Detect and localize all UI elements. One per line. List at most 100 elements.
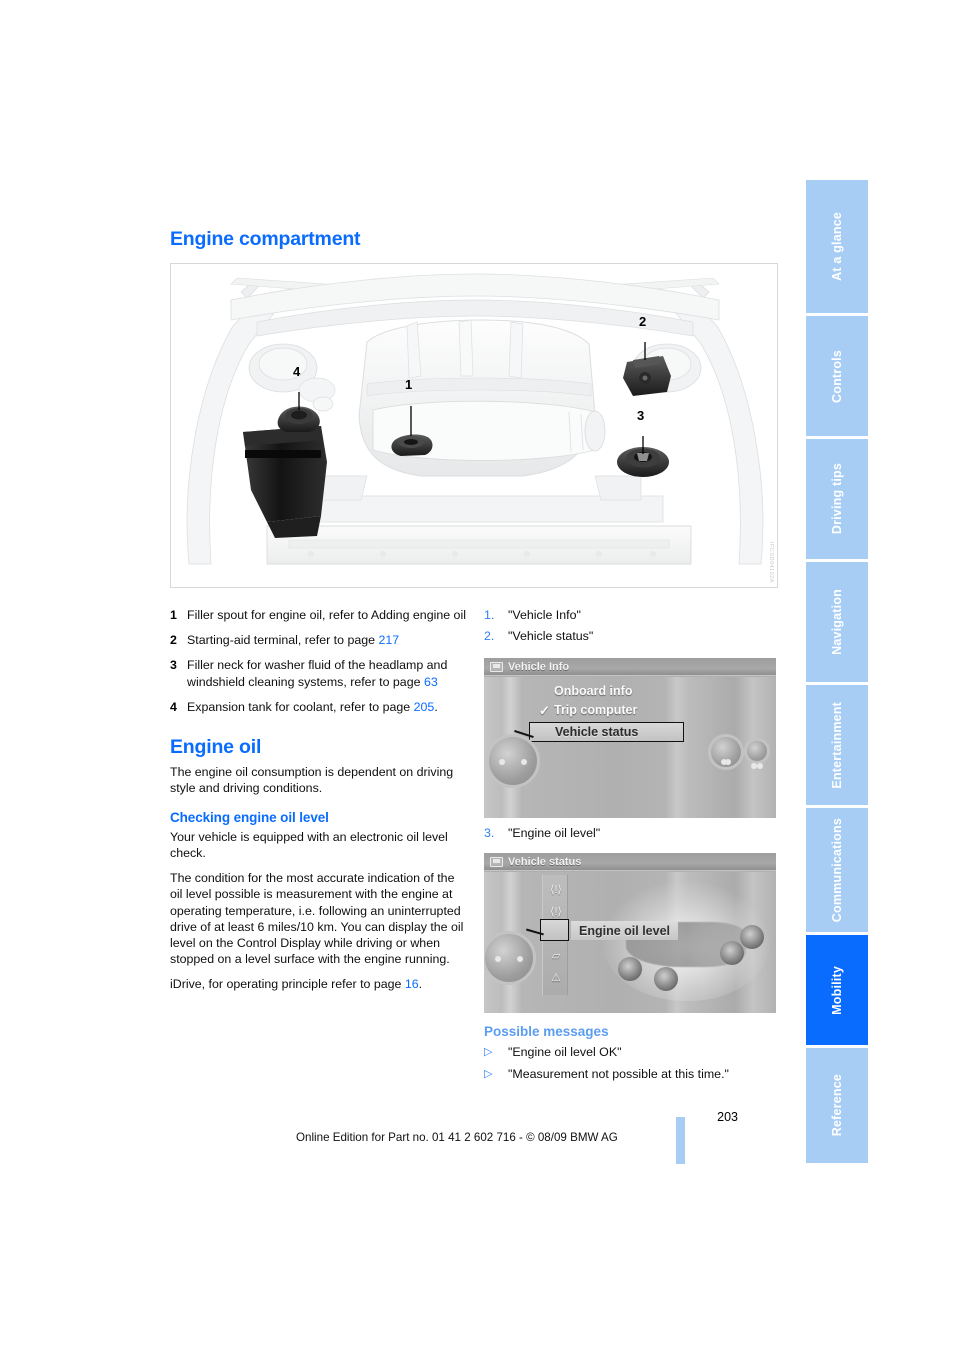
vehicle-body-icon[interactable]: ▱ [547,949,565,964]
engine-oil-level-tooltip: Engine oil level [571,921,678,940]
sidebar-item-at-a-glance[interactable]: At a glance [806,180,868,313]
possible-messages-block: Possible messages ▷ "Engine oil level OK… [484,1024,778,1088]
engine-compartment-legend: 1 Filler spout for engine oil, refer to … [170,607,470,715]
legend-row: 1 Filler spout for engine oil, refer to … [170,607,470,623]
engine-compartment-diagram: 4 1 2 3 IFCSD04102A [170,263,778,588]
idrive-screenshot-vehicle-info: Vehicle Info Onboard info ✓ Trip compute… [484,658,776,818]
step-row: 1. "Vehicle Info" [484,607,778,623]
idrive-title: Vehicle status [508,855,582,868]
checkmark-icon: ✓ [539,703,550,718]
legend-number: 4 [170,699,177,714]
step-row: 3. "Engine oil level" [484,825,778,841]
legend-number: 3 [170,658,177,673]
sidebar-item-driving-tips[interactable]: Driving tips [806,439,868,559]
figure-reference-code: IFCSD04102A [768,542,774,583]
legend-number: 2 [170,633,177,648]
triangle-bullet-icon: ▷ [484,1046,493,1059]
title-divider [484,870,776,872]
legend-row: 2 Starting-aid terminal, refer to page 2… [170,632,470,648]
selected-icon-highlight[interactable] [540,919,569,941]
step-number: 1. [484,608,495,622]
callout-3: 3 [637,408,645,423]
tab-label: At a glance [830,212,844,281]
idrive-screenshot-vehicle-status: Vehicle status ⟨!⟩ ⟨!⟩ ⌒ ▱ ⚠ Engine oil … [484,853,776,1013]
wheel-rear-left-icon [720,941,744,965]
page-link[interactable]: 63 [424,675,438,689]
message-text: "Measurement not possible at this time." [508,1067,729,1082]
legend-text: Filler neck for washer fluid of the head… [187,658,448,689]
message-row: ▷ "Measurement not possible at this time… [484,1066,778,1083]
sidebar-item-entertainment[interactable]: Entertainment [806,685,868,805]
idrive-title-bar: Vehicle Info [484,658,776,675]
tooltip-label: Engine oil level [579,923,670,938]
sidebar-item-mobility[interactable]: Mobility [806,935,868,1045]
tab-label: Controls [830,349,844,403]
step-text: "Engine oil level" [508,826,601,840]
message-text: "Engine oil level OK" [508,1045,622,1060]
tab-label: Reference [830,1074,844,1137]
wheel-front-right-icon [654,967,678,991]
heading-checking-engine-oil-level: Checking engine oil level [170,809,329,825]
engine-bay-illustration [171,264,777,587]
footer-edition-line: Online Edition for Part no. 01 41 2 602 … [296,1131,618,1144]
page-link[interactable]: 205 [414,700,435,714]
engine-oil-para-2: The condition for the most accurate indi… [170,871,464,967]
menu-item-label: Vehicle status [555,725,639,739]
left-column: 1 Filler spout for engine oil, refer to … [170,607,470,1002]
right-column: 1. "Vehicle Info" 2. "Vehicle status" [484,607,778,649]
tab-label: Navigation [830,589,844,655]
heading-engine-oil: Engine oil [170,736,262,759]
idrive-tertiary-knob[interactable] [744,738,770,769]
brake-warning-icon[interactable]: ⟨!⟩ [547,883,565,898]
engine-oil-para-3: iDrive, for operating principle refer to… [170,977,423,992]
page-number: 203 [717,1110,738,1124]
general-warning-icon[interactable]: ⚠ [547,971,565,986]
legend-row: 3 Filler neck for washer fluid of the he… [170,657,470,689]
step-number: 2. [484,629,495,644]
tab-label: Entertainment [830,701,844,789]
callout-2: 2 [639,314,647,329]
legend-text: Starting-aid terminal, refer to page 217 [187,633,400,648]
wheel-rear-right-icon [740,925,764,949]
legend-text: Expansion tank for coolant, refer to pag… [187,699,438,714]
menu-item-trip-computer[interactable]: Trip computer [554,703,637,717]
step-row: 2. "Vehicle status" [484,628,778,644]
idrive-title: Vehicle Info [508,660,570,673]
vehicle-status-icon [490,856,503,867]
sidebar-item-controls[interactable]: Controls [806,316,868,436]
heading-possible-messages: Possible messages [484,1024,609,1039]
callout-1: 1 [405,377,413,392]
triangle-bullet-icon: ▷ [484,1068,493,1081]
idrive-controller-knob[interactable] [484,931,536,985]
idrive-secondary-knob[interactable] [708,734,744,770]
engine-oil-para-1: Your vehicle is equipped with an electro… [170,829,448,861]
callout-4: 4 [293,364,301,379]
step-number: 3. [484,826,495,840]
tab-label: Mobility [830,965,844,1015]
vehicle-info-icon [490,661,503,672]
section-tab-rail: At a glance Controls Driving tips Naviga… [806,180,868,1163]
legend-text: Filler spout for engine oil, refer to Ad… [187,608,466,622]
wheel-front-left-icon [618,957,642,981]
page-link[interactable]: 16 [405,977,419,991]
sidebar-item-communications[interactable]: Communications [806,808,868,932]
vehicle-chassis-graphic [602,881,770,1001]
right-column-step3: 3. "Engine oil level" [484,825,778,846]
menu-item-vehicle-status-highlighted[interactable]: Vehicle status [529,722,684,742]
title-divider [484,675,776,677]
footer-accent-bar [676,1117,685,1164]
manual-page: At a glance Controls Driving tips Naviga… [0,0,954,1350]
sidebar-item-reference[interactable]: Reference [806,1048,868,1163]
step-text: "Vehicle status" [508,629,594,644]
message-row: ▷ "Engine oil level OK" [484,1044,778,1061]
idrive-title-bar: Vehicle status [484,853,776,870]
menu-item-onboard-info[interactable]: Onboard info [554,684,632,698]
page-title-engine-compartment: Engine compartment [170,228,361,250]
tire-pressure-icon[interactable]: ⟨!⟩ [547,905,565,920]
idrive-controller-knob[interactable] [486,734,540,788]
sidebar-item-navigation[interactable]: Navigation [806,562,868,682]
page-link[interactable]: 217 [378,633,399,647]
legend-number: 1 [170,608,177,622]
step-text: "Vehicle Info" [508,608,581,622]
engine-oil-intro: The engine oil consumption is dependent … [170,765,454,796]
